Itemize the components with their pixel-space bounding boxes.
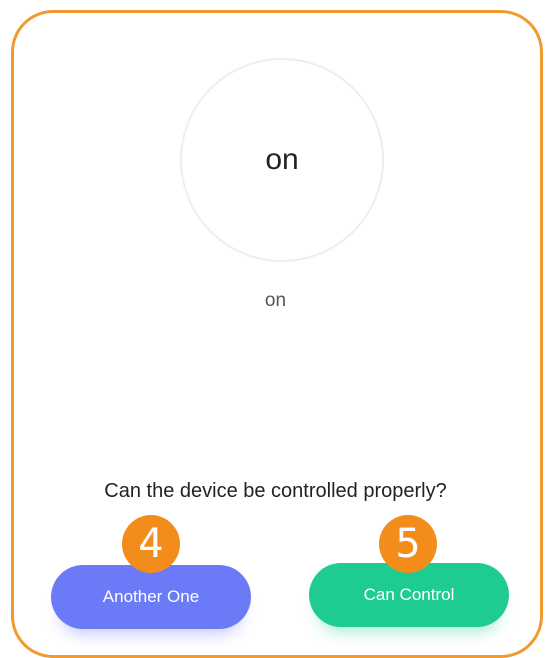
step-badge-4: 4 xyxy=(122,515,180,573)
another-one-button[interactable]: Another One xyxy=(51,565,251,629)
power-toggle-button[interactable]: on xyxy=(180,58,384,262)
another-one-label: Another One xyxy=(102,587,200,606)
step-badge-5: 5 xyxy=(379,515,437,573)
power-toggle-label: on xyxy=(265,143,299,176)
control-question: Can the device be controlled properly? xyxy=(104,480,447,502)
device-status-text: on xyxy=(264,290,287,311)
can-control-label: Can Control xyxy=(363,585,455,604)
